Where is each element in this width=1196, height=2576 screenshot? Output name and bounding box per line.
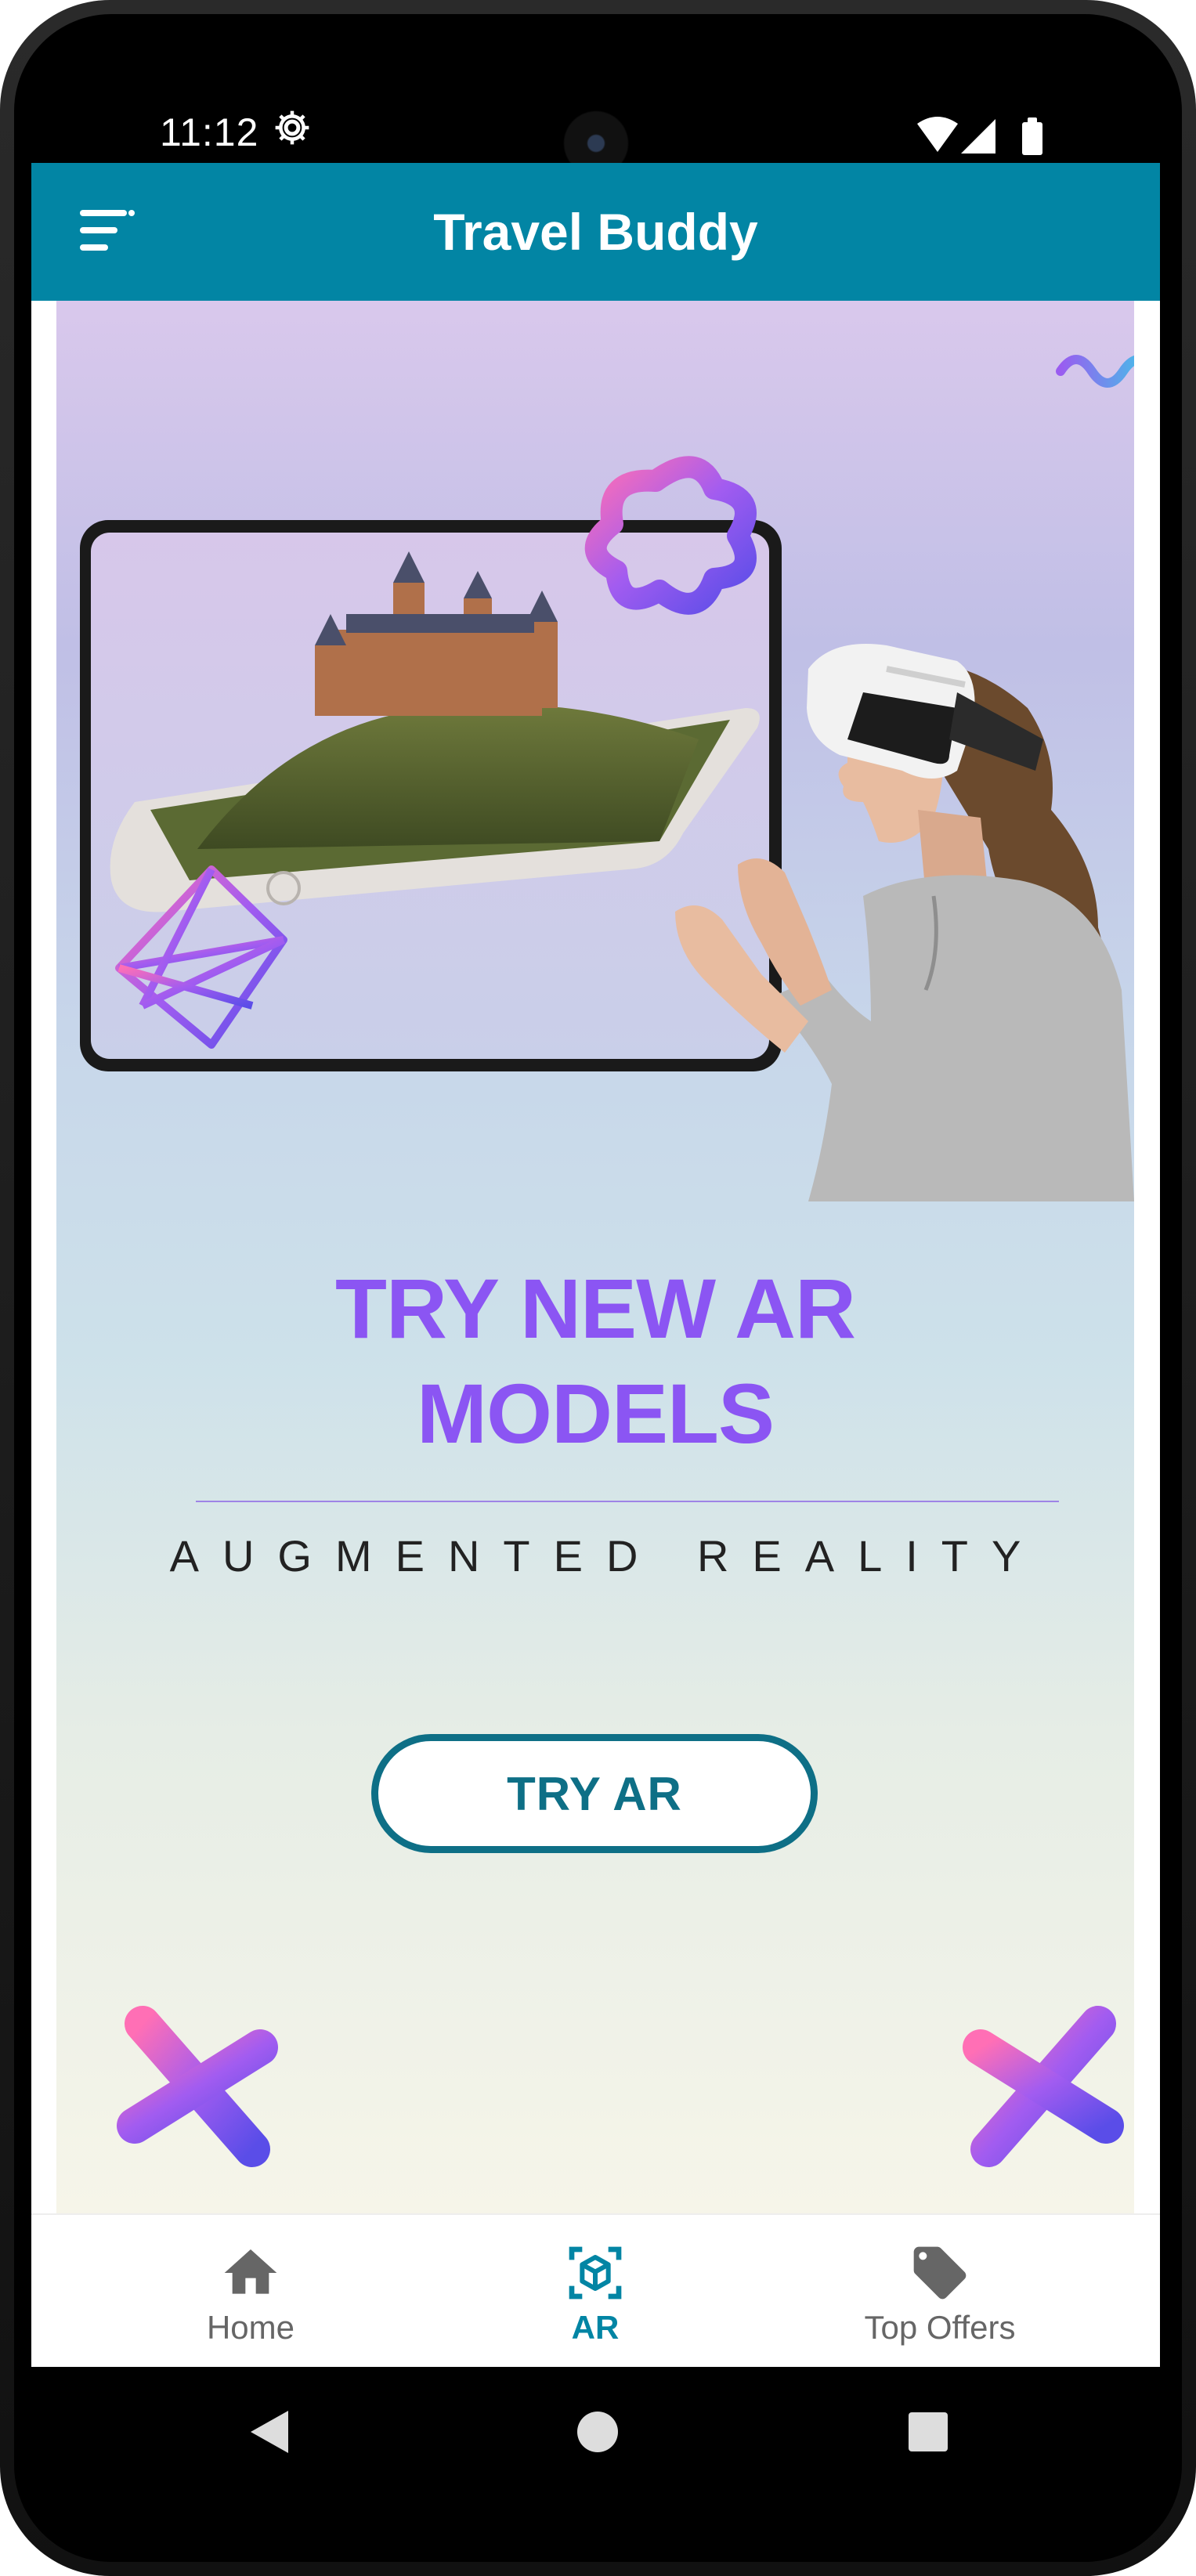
status-bar: 11:12: [31, 31, 1160, 177]
ar-illustration: [80, 355, 1134, 1201]
ar-cube-icon: [569, 2246, 622, 2300]
3d-cross-decoration-left: [117, 2006, 278, 2167]
wifi-icon: [917, 117, 958, 152]
nav-item-top-offers[interactable]: Top Offers: [815, 2215, 1065, 2368]
app-title: Travel Buddy: [433, 203, 758, 261]
home-icon: [224, 2249, 277, 2294]
headline-line-2: MODELS: [416, 1366, 775, 1461]
nav-item-ar[interactable]: AR: [470, 2215, 721, 2368]
nav-label-ar: AR: [571, 2309, 620, 2346]
nav-label-home: Home: [206, 2309, 295, 2346]
signal-icon: [961, 119, 995, 154]
recents-icon[interactable]: [901, 2404, 956, 2459]
nav-label-top-offers: Top Offers: [864, 2309, 1016, 2346]
settings-gear-icon: [275, 110, 309, 145]
status-time: 11:12: [160, 110, 259, 154]
screen: 11:12 Travel Buddy TRY NEW AR MODELS AUG…: [31, 31, 1160, 2497]
app-bar: Travel Buddy: [31, 163, 1160, 301]
nav-item-home[interactable]: Home: [125, 2215, 376, 2368]
bottom-navigation: Home AR Top Offers: [31, 2213, 1160, 2368]
headline: TRY NEW AR MODELS: [56, 1256, 1134, 1466]
try-ar-button[interactable]: TRY AR: [371, 1734, 818, 1853]
ar-promo-banner: TRY NEW AR MODELS AUGMENTED REALITY TRY …: [56, 301, 1134, 2213]
main-content: TRY NEW AR MODELS AUGMENTED REALITY TRY …: [31, 301, 1160, 2213]
squiggle-decoration: [1056, 355, 1134, 388]
3d-cross-decoration-right: [963, 2006, 1124, 2167]
battery-icon: [1022, 122, 1042, 155]
subheadline: AUGMENTED REALITY: [169, 1531, 1045, 1581]
system-navigation-bar: [31, 2367, 1160, 2497]
headline-line-1: TRY NEW AR: [335, 1261, 856, 1356]
headline-divider: [196, 1501, 1059, 1502]
back-icon[interactable]: [243, 2404, 298, 2459]
home-circle-icon[interactable]: [570, 2404, 625, 2459]
tag-icon: [913, 2246, 967, 2300]
system-status-icons: [917, 117, 1042, 155]
